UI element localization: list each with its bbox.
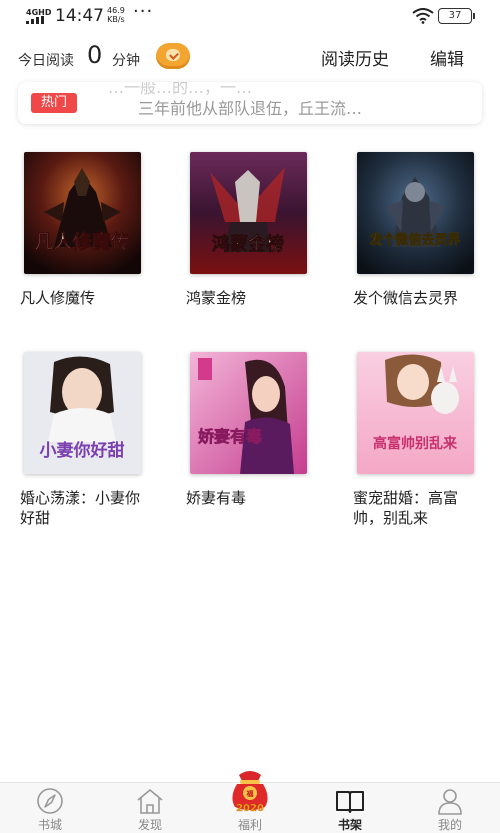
tab-label: 发现 (137, 818, 162, 832)
signal-icon (26, 16, 48, 24)
tab-label: 我的 (437, 818, 462, 832)
book-cover[interactable]: 鸿蒙金榜 (190, 152, 307, 274)
book-cover-title: 发个微信去灵界 (368, 232, 460, 248)
book-title[interactable]: 蜜宠甜婚：高富帅，别乱来 (353, 488, 483, 528)
edit-button[interactable]: 编辑 (430, 45, 464, 70)
book-cover[interactable]: 凡人修魔传 (24, 152, 141, 274)
tab-label: 书城 (37, 818, 62, 832)
compass-icon (37, 788, 63, 814)
tab-label: 福利 (237, 818, 262, 832)
tab-bookshelf[interactable]: 书架 (315, 783, 385, 833)
book-title[interactable]: 鸿蒙金榜 (186, 288, 316, 308)
today-reading-minutes: 0 (87, 41, 103, 69)
more-notifications-icon: ··· (133, 1, 154, 22)
welfare-year: 2020 (236, 803, 264, 813)
network-speed: 46.9 KB/s (107, 6, 125, 24)
battery-icon: 37 (438, 8, 475, 24)
svg-text:福: 福 (246, 789, 254, 798)
book-cover-title: 娇妻有毒 (198, 427, 262, 446)
battery-level: 37 (448, 10, 462, 21)
tab-label: 书架 (337, 818, 362, 832)
wifi-icon (412, 8, 434, 24)
tab-welfare[interactable]: 福 2020 福利 (215, 771, 285, 833)
tab-profile[interactable]: 我的 (415, 783, 485, 833)
open-book-icon (336, 791, 364, 813)
bottom-tab-bar: 书城 发现 福 2020 福利 书架 我的 (0, 771, 500, 833)
lucky-bag-icon: 福 2020 (232, 771, 268, 813)
book-title[interactable]: 发个微信去灵界 (353, 288, 483, 308)
network-speed-unit: KB/s (107, 15, 125, 24)
book-cover-title: 高富帅别乱来 (373, 435, 458, 452)
book-title[interactable]: 娇妻有毒 (186, 488, 316, 508)
book-cover[interactable]: 娇妻有毒 (190, 352, 307, 474)
today-reading-label: 今日阅读 (18, 53, 74, 69)
network-speed-value: 46.9 (107, 6, 125, 15)
home-icon (137, 789, 163, 814)
status-bar: 4GHD 14:47 46.9 KB/s ··· 37 (0, 0, 500, 34)
bookshelf-header: 今日阅读 0 分钟 阅读历史 编辑 (0, 40, 500, 74)
reward-coin-icon[interactable] (156, 43, 190, 69)
book-cover-title: 小妻你好甜 (40, 440, 125, 461)
notice-text: 三年前他从部队退伍，丘王流… (138, 99, 363, 118)
reading-history-button[interactable]: 阅读历史 (321, 45, 389, 70)
book-cover[interactable]: 小妻你好甜 (24, 352, 141, 474)
hot-notice-banner[interactable]: 热门 …一般…的…，一… 三年前他从部队退伍，丘王流… (18, 82, 482, 124)
book-title[interactable]: 凡人修魔传 (20, 288, 150, 308)
book-cover-title: 鸿蒙金榜 (212, 233, 284, 255)
book-cover[interactable]: 发个微信去灵界 (357, 152, 474, 274)
today-reading-unit: 分钟 (112, 53, 140, 69)
tab-bookstore[interactable]: 书城 (15, 783, 85, 833)
clock: 14:47 (55, 6, 104, 26)
book-title[interactable]: 婚心荡漾：小妻你好甜 (20, 488, 150, 528)
tab-discover[interactable]: 发现 (115, 783, 185, 833)
book-cover[interactable]: 高富帅别乱来 (357, 352, 474, 474)
hot-badge: 热门 (31, 93, 77, 113)
book-cover-title: 凡人修魔传 (34, 230, 129, 253)
person-icon (438, 789, 462, 815)
